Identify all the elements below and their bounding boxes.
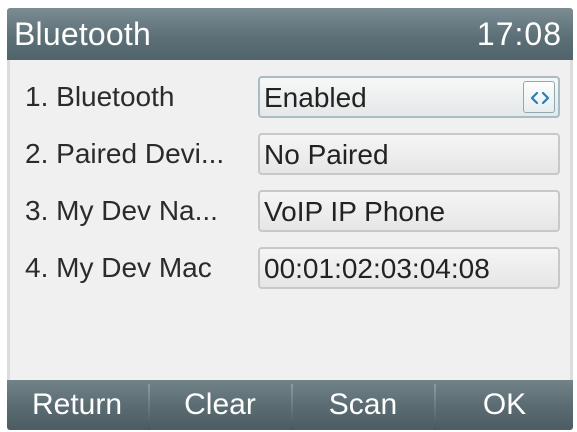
scan-softkey[interactable]: Scan [293, 380, 433, 430]
return-softkey[interactable]: Return [7, 380, 147, 430]
row-device-name[interactable]: 3. My Dev Na... VoIP IP Phone [10, 188, 570, 234]
bluetooth-select[interactable]: Enabled [258, 76, 560, 118]
page-title: Bluetooth [14, 16, 152, 52]
row-label: 4. My Dev Mac [25, 252, 212, 283]
title-bar: Bluetooth 17:08 [7, 8, 573, 60]
row-label: 3. My Dev Na... [25, 195, 218, 226]
clear-softkey[interactable]: Clear [150, 380, 290, 430]
clock: 17:08 [476, 16, 562, 52]
row-paired-devices[interactable]: 2. Paired Devi... No Paired [10, 131, 570, 177]
field-value: No Paired [264, 139, 389, 170]
field-value: 00:01:02:03:04:08 [264, 253, 490, 284]
device-mac-field[interactable]: 00:01:02:03:04:08 [258, 247, 560, 289]
row-label: 2. Paired Devi... [25, 138, 225, 169]
left-right-chevrons-icon[interactable] [523, 81, 555, 113]
phone-screen: Bluetooth 17:08 1. Bluetooth Enabled 2. … [7, 8, 573, 430]
row-bluetooth[interactable]: 1. Bluetooth Enabled [10, 74, 570, 120]
settings-list: 1. Bluetooth Enabled 2. Paired Devi... N… [7, 60, 573, 380]
device-name-field[interactable]: VoIP IP Phone [258, 190, 560, 232]
field-value: VoIP IP Phone [264, 196, 446, 227]
softkey-bar: Return Clear Scan OK [7, 380, 573, 430]
row-label: 1. Bluetooth [25, 81, 175, 112]
paired-devices-field[interactable]: No Paired [258, 133, 560, 175]
field-value: Enabled [264, 82, 367, 113]
ok-softkey[interactable]: OK [436, 380, 573, 430]
row-device-mac[interactable]: 4. My Dev Mac 00:01:02:03:04:08 [10, 245, 570, 291]
